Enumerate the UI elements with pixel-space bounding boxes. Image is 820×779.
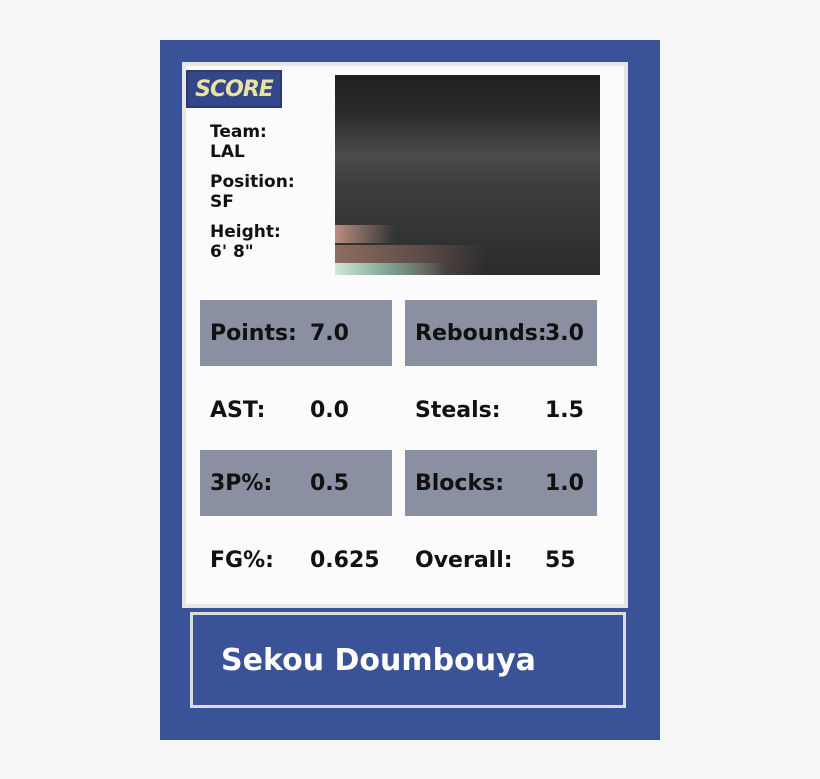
stat-value: 0.625 [310, 547, 380, 573]
stat-label: Points: [210, 320, 297, 346]
score-logo: SCORE [186, 70, 282, 108]
logo-text: SCORE [195, 76, 274, 102]
team-label: Team: [210, 122, 267, 142]
stat-three-pct: 3P%: 0.5 [200, 450, 392, 516]
stat-value: 7.0 [310, 320, 349, 346]
player-name-banner: Sekou Doumbouya [190, 612, 626, 708]
stat-ast: AST: 0.0 [200, 377, 392, 443]
stat-label: Blocks: [415, 470, 504, 496]
position-info: Position: SF [210, 172, 330, 212]
player-info: Team: LAL Position: SF Height: 6' 8" [210, 122, 330, 272]
stat-value: 0.5 [310, 470, 349, 496]
stat-points: Points: 7.0 [200, 300, 392, 366]
stat-value: 0.0 [310, 397, 349, 423]
position-label: Position: [210, 172, 295, 192]
stat-label: Overall: [415, 547, 513, 573]
position-value: SF [210, 192, 234, 212]
stat-value: 1.0 [545, 470, 584, 496]
stat-value: 3.0 [545, 320, 584, 346]
player-card: SCORE Team: LAL Position: SF Height: 6' … [160, 40, 660, 740]
stat-overall: Overall: 55 [405, 527, 597, 593]
height-label: Height: [210, 222, 281, 242]
photo-blur-streak [335, 263, 445, 275]
player-photo [335, 75, 600, 275]
stat-steals: Steals: 1.5 [405, 377, 597, 443]
height-info: Height: 6' 8" [210, 222, 330, 262]
stat-label: 3P%: [210, 470, 273, 496]
stat-blocks: Blocks: 1.0 [405, 450, 597, 516]
stat-fg-pct: FG%: 0.625 [200, 527, 392, 593]
photo-blur-streak [335, 225, 395, 243]
stat-value: 55 [545, 547, 576, 573]
stat-label: FG%: [210, 547, 274, 573]
player-name: Sekou Doumbouya [221, 643, 536, 678]
stat-label: Rebounds: [415, 320, 547, 346]
stat-label: Steals: [415, 397, 501, 423]
team-info: Team: LAL [210, 122, 330, 162]
team-value: LAL [210, 142, 245, 162]
stat-rebounds: Rebounds: 3.0 [405, 300, 597, 366]
height-value: 6' 8" [210, 242, 254, 262]
stat-label: AST: [210, 397, 266, 423]
stat-value: 1.5 [545, 397, 584, 423]
